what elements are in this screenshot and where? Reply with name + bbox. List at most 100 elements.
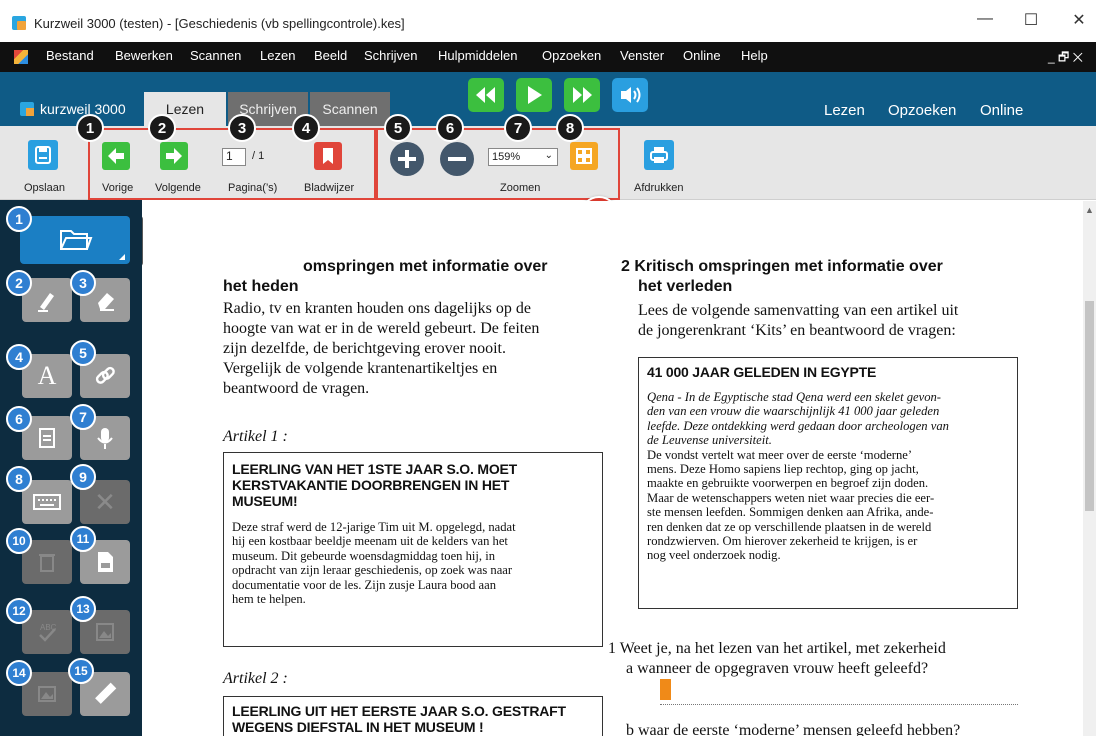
right-para-line: Lees de volgende samenvatting van een ar… bbox=[638, 302, 959, 319]
side-marker-8: 8 bbox=[6, 466, 32, 492]
open-button[interactable] bbox=[20, 216, 130, 264]
left-heading-line1: omspringen met informatie over bbox=[303, 258, 548, 275]
nav-online[interactable]: Online bbox=[980, 102, 1023, 119]
vertical-scrollbar[interactable]: ▲ bbox=[1083, 201, 1096, 736]
menu-help[interactable]: Help bbox=[741, 48, 768, 63]
article-1-text: opdracht van zijn leraar geschiedenis, o… bbox=[232, 563, 513, 578]
menu-bewerken[interactable]: Bewerken bbox=[115, 48, 173, 63]
marker-8: 8 bbox=[556, 114, 584, 142]
close-button[interactable]: ✕ bbox=[1064, 10, 1094, 30]
printer-icon bbox=[650, 147, 668, 163]
image-icon bbox=[38, 686, 56, 702]
side-marker-14: 14 bbox=[6, 660, 32, 686]
egypt-article-text: rondzwierven. Om hierover zekerheid te k… bbox=[647, 534, 918, 549]
delete-icon: ✕ bbox=[94, 486, 116, 517]
app-icon bbox=[12, 16, 26, 30]
egypt-article-box: 41 000 JAAR GELEDEN IN EGYPTE Qena - In … bbox=[638, 357, 1018, 609]
rewind-button[interactable] bbox=[468, 78, 504, 112]
print-label: Afdrukken bbox=[634, 182, 684, 194]
article-1-label: Artikel 1 : bbox=[223, 428, 288, 445]
link-icon bbox=[95, 366, 115, 384]
article-2-title: LEERLING UIT HET EERSTE JAAR S.O. GESTRA… bbox=[232, 703, 566, 719]
menu-online[interactable]: Online bbox=[683, 48, 721, 63]
side-marker-11: 11 bbox=[70, 526, 96, 552]
play-button[interactable] bbox=[516, 78, 552, 112]
minimize-button[interactable]: — bbox=[970, 10, 1000, 28]
article-1-text: hem te helpen. bbox=[232, 592, 306, 607]
article-1-title: MUSEUM! bbox=[232, 493, 298, 509]
trash-icon bbox=[39, 554, 55, 572]
side-marker-15: 15 bbox=[68, 658, 94, 684]
maximize-button[interactable]: ☐ bbox=[1016, 10, 1046, 30]
left-para-line: hoogte van wat er in de wereld gebeurt. … bbox=[223, 320, 540, 337]
sticky-note-icon bbox=[39, 428, 55, 448]
highlighter-icon bbox=[38, 293, 54, 312]
save-button[interactable] bbox=[28, 140, 58, 170]
article-1-title: LEERLING VAN HET 1STE JAAR S.O. MOET bbox=[232, 461, 518, 477]
fast-forward-button[interactable] bbox=[564, 78, 600, 112]
marker-4: 4 bbox=[292, 114, 320, 142]
keyboard-icon bbox=[33, 494, 61, 510]
right-para-line: de jongerenkrant ‘Kits’ en beantwoord de… bbox=[638, 322, 956, 339]
save-label: Opslaan bbox=[24, 182, 65, 194]
document-view[interactable]: omspringen met informatie over het heden… bbox=[143, 201, 1083, 736]
menu-schrijven[interactable]: Schrijven bbox=[364, 48, 417, 63]
side-marker-3: 3 bbox=[70, 270, 96, 296]
marker-2: 2 bbox=[148, 114, 176, 142]
right-heading-line1: 2 Kritisch omspringen met informatie ove… bbox=[621, 258, 943, 275]
side-marker-5: 5 bbox=[70, 340, 96, 366]
article-1-box: LEERLING VAN HET 1STE JAAR S.O. MOET KER… bbox=[223, 452, 603, 647]
scroll-up-icon[interactable]: ▲ bbox=[1085, 205, 1094, 215]
left-para-line: beantwoord de vragen. bbox=[223, 380, 370, 397]
text-cursor bbox=[660, 679, 671, 700]
left-para-line: Vergelijk de volgende krantenartikeltjes… bbox=[223, 360, 498, 377]
question-1a: a wanneer de opgegraven vrouw heeft gele… bbox=[626, 660, 929, 677]
volume-button[interactable] bbox=[612, 78, 648, 112]
text-note-icon: A bbox=[37, 361, 57, 390]
egypt-article-text: De vondst vertelt wat meer over de eerst… bbox=[647, 447, 913, 462]
side-marker-12: 12 bbox=[6, 598, 32, 624]
egypt-article-intro: Qena - In de Egyptische stad Qena werd e… bbox=[647, 390, 941, 404]
marker-7: 7 bbox=[504, 114, 532, 142]
menu-opzoeken[interactable]: Opzoeken bbox=[542, 48, 601, 63]
side-marker-2: 2 bbox=[6, 270, 32, 296]
menu-venster[interactable]: Venster bbox=[620, 48, 664, 63]
menu-hulpmiddelen[interactable]: Hulpmiddelen bbox=[438, 48, 518, 63]
nav-opzoeken[interactable]: Opzoeken bbox=[888, 102, 956, 119]
tab-scannen[interactable]: Scannen bbox=[310, 92, 390, 126]
egypt-article-text: ste mensen leefden. Sommigen denken aan … bbox=[647, 505, 934, 520]
article-1-title: KERSTVAKANTIE DOORBRENGEN IN HET bbox=[232, 477, 510, 493]
marker-6: 6 bbox=[436, 114, 464, 142]
marker-3: 3 bbox=[228, 114, 256, 142]
egypt-article-text: ren denken dat ze op verschillende plaat… bbox=[647, 519, 932, 534]
side-marker-13: 13 bbox=[70, 596, 96, 622]
article-1-text: museum. Dit gebeurde woensdagmiddag toen… bbox=[232, 548, 496, 563]
egypt-article-text: maakte en gebruikte voorwerpen en begroe… bbox=[647, 476, 929, 491]
egypt-article-text: Maar de wetenschappers weten niet waar p… bbox=[647, 490, 935, 505]
window-title: Kurzweil 3000 (testen) - [Geschiedenis (… bbox=[34, 16, 405, 31]
menu-scannen[interactable]: Scannen bbox=[190, 48, 241, 63]
scroll-thumb[interactable] bbox=[1085, 301, 1094, 511]
nav-lezen[interactable]: Lezen bbox=[824, 102, 865, 119]
answer-line[interactable] bbox=[660, 704, 1018, 705]
group-c-outline bbox=[376, 128, 620, 200]
question-1: 1 Weet je, na het lezen van het artikel,… bbox=[608, 640, 946, 657]
article-2-title: WEGENS DIEFSTAL IN HET MUSEUM ! bbox=[232, 719, 484, 735]
article-1-text: documentatie voor de les. Zijn zusje Lau… bbox=[232, 577, 497, 592]
document-window-controls[interactable]: _ 🗗 ✕ bbox=[1048, 48, 1083, 69]
egypt-article-intro: leefde. Deze ontdekking werd gedaan door… bbox=[647, 418, 949, 433]
marker-5: 5 bbox=[384, 114, 412, 142]
egypt-article-intro: de Leuvense universiteit. bbox=[647, 433, 772, 448]
egypt-article-title: 41 000 JAAR GELEDEN IN EGYPTE bbox=[647, 364, 877, 380]
left-heading-line2: het heden bbox=[223, 278, 299, 295]
egypt-article-intro: den van een vrouw die waarschijnlijk 41 … bbox=[647, 404, 940, 419]
print-button[interactable] bbox=[644, 140, 674, 170]
side-marker-4: 4 bbox=[6, 344, 32, 370]
group-b-outline bbox=[88, 128, 376, 200]
menu-lezen[interactable]: Lezen bbox=[260, 48, 295, 63]
open-folder-icon bbox=[60, 230, 93, 250]
image-extract-icon bbox=[96, 623, 114, 641]
menu-bestand[interactable]: Bestand bbox=[46, 48, 94, 63]
volume-icon bbox=[621, 87, 641, 103]
menu-beeld[interactable]: Beeld bbox=[314, 48, 347, 63]
